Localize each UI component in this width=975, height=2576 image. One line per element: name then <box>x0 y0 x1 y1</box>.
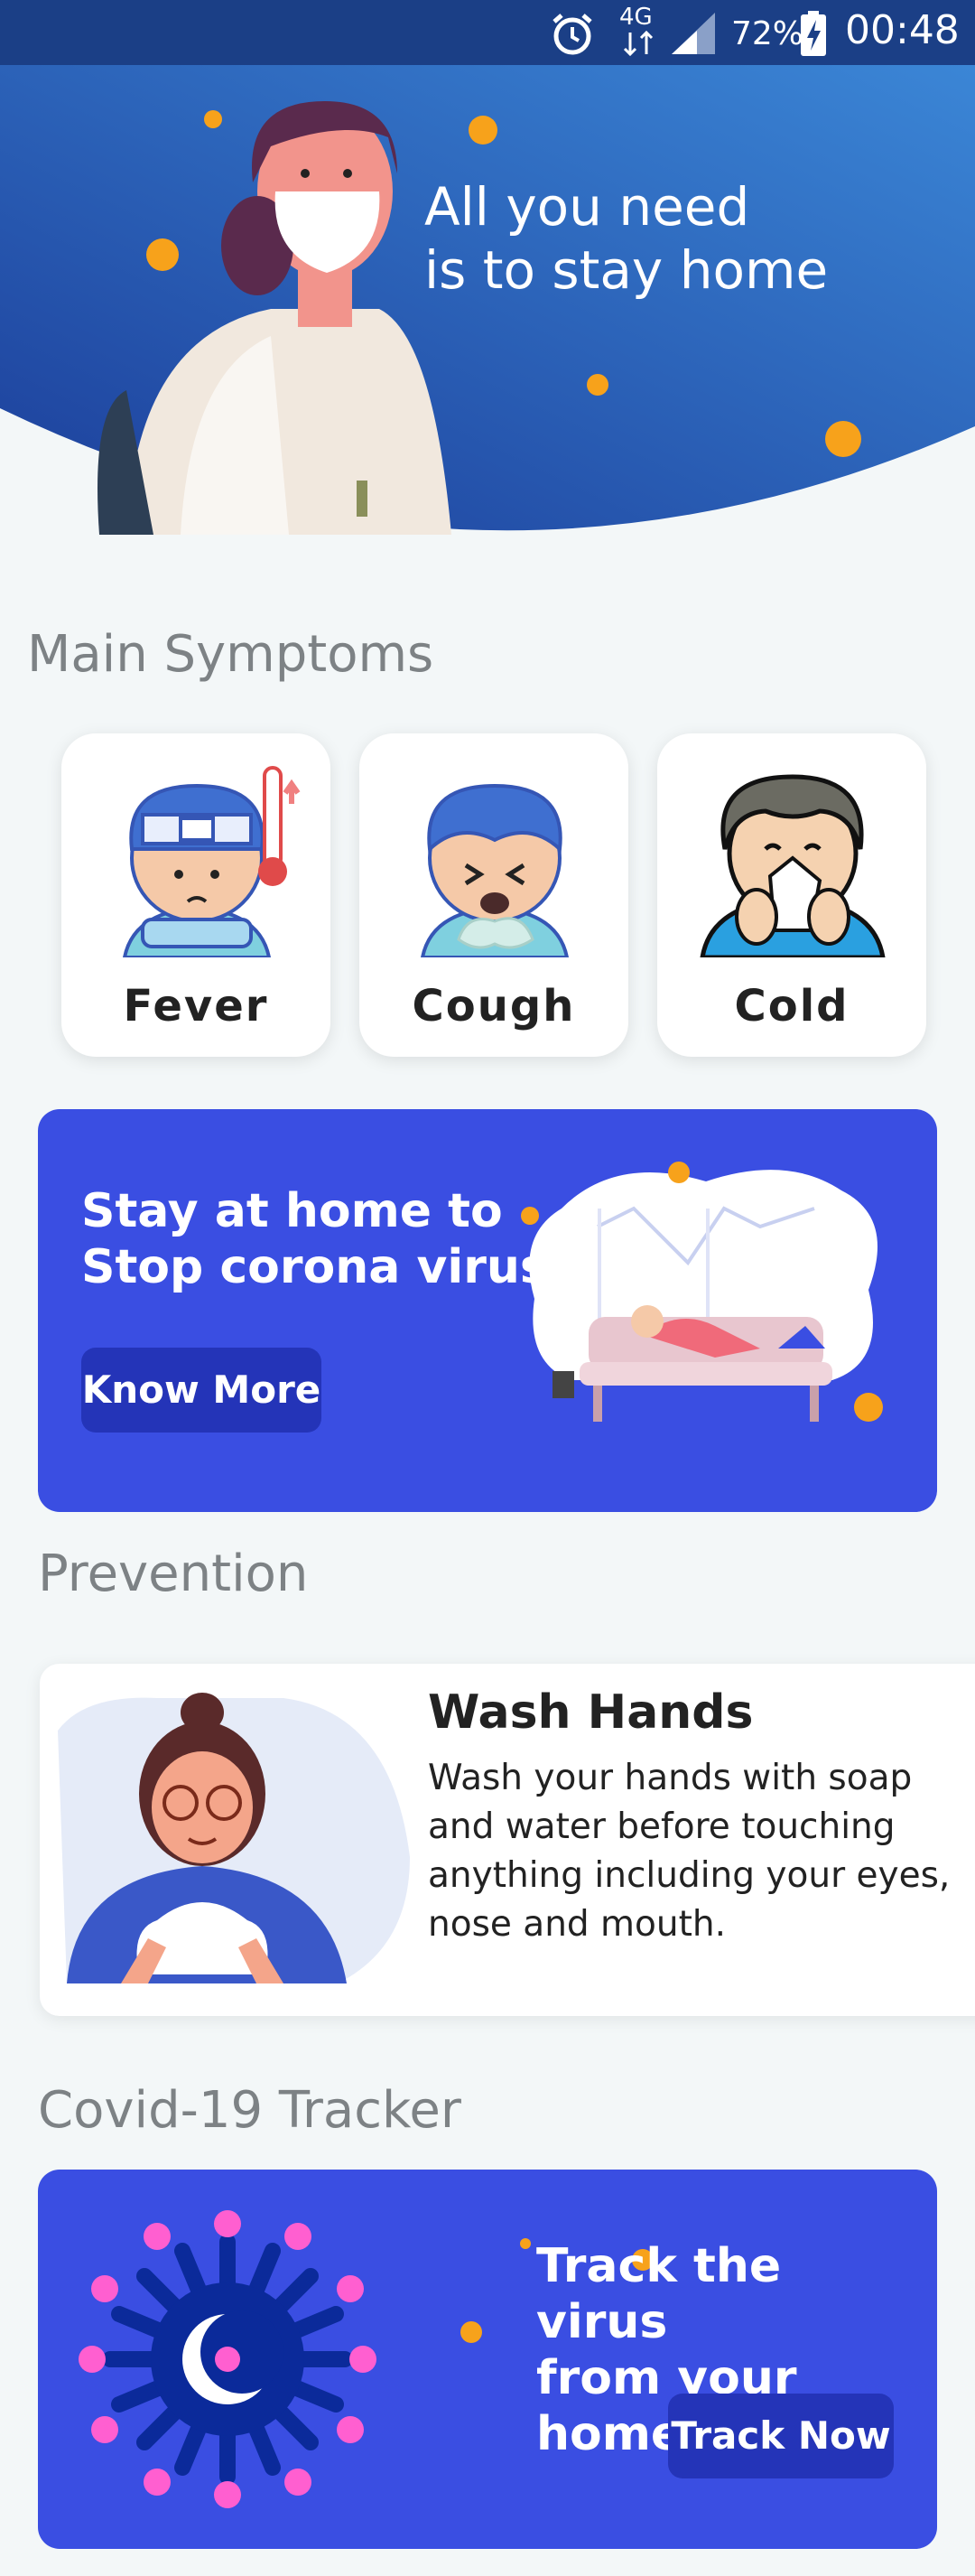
wash-hands-illustration <box>58 1693 410 1983</box>
stay-home-illustration <box>521 1162 883 1422</box>
cold-person-icon <box>700 774 886 957</box>
tracker-title: Covid-19 Tracker <box>38 2081 461 2140</box>
header-banner: All you need is to stay home <box>0 65 975 535</box>
tracker-banner: Track the virus from your home Track Now <box>38 2170 937 2549</box>
wash-hands-title: Wash Hands <box>428 1685 754 1740</box>
know-more-button[interactable]: Know More <box>81 1348 321 1433</box>
stay-home-line-1: Stay at home to <box>81 1184 503 1238</box>
prevention-title: Prevention <box>38 1545 309 1603</box>
stay-home-line-2: Stop corona virus <box>81 1240 548 1294</box>
alarm-icon <box>552 14 592 55</box>
wash-hands-description: Wash your hands with soap and water befo… <box>428 1758 951 1945</box>
battery-icon <box>801 11 826 56</box>
symptom-label-cough: Cough <box>412 981 576 1031</box>
track-now-button[interactable]: Track Now <box>668 2394 894 2478</box>
network-type: 4G <box>619 4 653 31</box>
symptom-label-cold: Cold <box>734 981 850 1031</box>
symptom-card-fever[interactable]: Fever <box>61 733 330 1057</box>
header-line-1: All you need <box>424 176 750 238</box>
battery-level: 72% <box>731 15 804 52</box>
status-bar: 4G 72% 00:48 <box>0 0 975 65</box>
symptom-card-cough[interactable]: Cough <box>359 733 628 1057</box>
virus-icon <box>79 2210 376 2508</box>
symptom-label-fever: Fever <box>123 981 269 1031</box>
symptoms-title: Main Symptoms <box>27 625 434 684</box>
network-icon <box>623 31 654 56</box>
stay-home-text: Stay at home to Stop corona virus <box>81 1183 551 1295</box>
clock: 00:48 <box>845 7 960 53</box>
symptom-card-cold[interactable]: Cold <box>657 733 926 1057</box>
header-line-2: is to stay home <box>424 239 829 301</box>
stay-home-banner: Stay at home to Stop corona virus Know M… <box>38 1109 937 1512</box>
signal-icon <box>672 13 715 54</box>
cough-person-icon <box>420 783 570 957</box>
header-title: All you need is to stay home <box>424 175 930 302</box>
tracker-line-1: Track the virus <box>536 2239 782 2349</box>
fever-person-icon <box>122 766 301 957</box>
